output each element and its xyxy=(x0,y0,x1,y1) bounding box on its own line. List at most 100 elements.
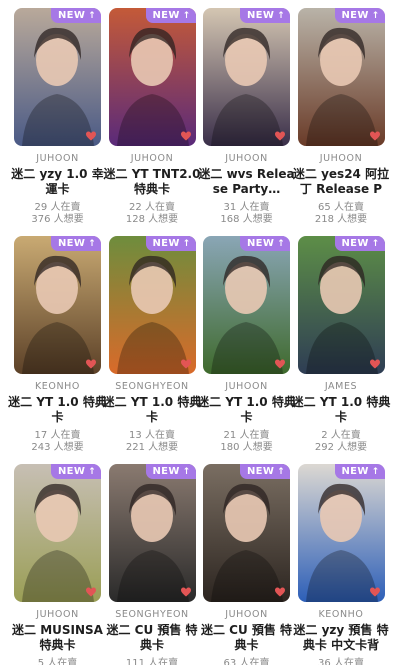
card-title[interactable]: 迷二 YT 1.0 特典卡 xyxy=(291,395,391,425)
heart-icon[interactable] xyxy=(85,586,97,598)
wanters-count: 168 人想要 xyxy=(220,214,273,225)
member-name: JUHOON xyxy=(225,153,268,164)
new-badge-label: NEW xyxy=(247,238,275,249)
new-badge: NEW ↑ xyxy=(145,464,196,479)
new-badge: NEW ↑ xyxy=(51,236,101,251)
photocard-item[interactable]: NEW ↑ JUHOON 迷二 CU 預售 特典卡 63 人在賣 958 人想要 xyxy=(201,464,292,665)
photocard-photo xyxy=(108,236,196,374)
arrow-up-icon: ↑ xyxy=(371,466,380,477)
photocard-item[interactable]: NEW ↑ JUHOON 迷二 YT TNT2.0 特典卡 22 人在賣 128… xyxy=(104,8,200,230)
wanters-count: 128 人想要 xyxy=(125,214,179,225)
photocard-image[interactable]: NEW ↑ xyxy=(297,464,385,602)
wanters-count: 180 人想要 xyxy=(220,442,273,453)
sellers-count: 65 人在賣 xyxy=(318,202,364,213)
new-badge: NEW ↑ xyxy=(145,236,196,251)
member-name: JUHOON xyxy=(319,153,363,164)
photocard-image[interactable]: NEW ↑ xyxy=(108,464,196,602)
member-name: JUHOON xyxy=(36,609,79,620)
card-title[interactable]: 迷二 CU 預售 特典卡 xyxy=(197,623,297,653)
heart-icon[interactable] xyxy=(274,358,286,370)
new-badge-label: NEW xyxy=(341,238,369,249)
photocard-image[interactable]: NEW ↑ xyxy=(203,236,290,374)
wanters-count: 221 人想要 xyxy=(125,442,179,453)
card-title[interactable]: 迷二 wvs Release Party… xyxy=(197,167,297,197)
photocard-image[interactable]: NEW ↑ xyxy=(108,236,196,374)
photocard-photo xyxy=(203,464,290,602)
sellers-count: 111 人在賣 xyxy=(125,658,179,665)
wanters-count: 292 人想要 xyxy=(314,442,368,453)
new-badge: NEW ↑ xyxy=(240,464,290,479)
sellers-count: 22 人在賣 xyxy=(129,202,175,213)
card-title[interactable]: 迷二 yzy 預售 特典卡 中文卡背 xyxy=(291,623,391,653)
photocard-item[interactable]: NEW ↑ KEONHO 迷二 YT 1.0 特典卡 17 人在賣 243 人想… xyxy=(8,236,107,458)
photocard-grid: NEW ↑ JUHOON 迷二 yzy 1.0 幸運卡 29 人在賣 376 人… xyxy=(0,0,400,665)
arrow-up-icon: ↑ xyxy=(88,238,96,249)
heart-icon[interactable] xyxy=(274,586,286,598)
arrow-up-icon: ↑ xyxy=(182,10,191,21)
wanters-count: 243 人想要 xyxy=(31,442,84,453)
card-title[interactable]: 迷二 YT TNT2.0 特典卡 xyxy=(102,167,202,197)
photocard-image[interactable]: NEW ↑ xyxy=(14,464,101,602)
photocard-item[interactable]: NEW ↑ SEONGHYEON 迷二 YT 1.0 特典卡 13 人在賣 22… xyxy=(103,236,201,458)
photocard-item[interactable]: NEW ↑ JUHOON 迷二 YT 1.0 特典卡 21 人在賣 180 人想… xyxy=(197,236,296,458)
member-name: KEONHO xyxy=(34,381,81,392)
photocard-item[interactable]: NEW ↑ JUHOON 迷二 MUSINSA 特典卡 5 人在賣 417 人想… xyxy=(12,464,103,665)
heart-icon[interactable] xyxy=(180,130,192,142)
photocard-image[interactable]: NEW ↑ xyxy=(203,464,290,602)
new-badge-label: NEW xyxy=(247,466,275,477)
sellers-count: 31 人在賣 xyxy=(223,202,270,213)
heart-icon[interactable] xyxy=(369,358,381,370)
heart-icon[interactable] xyxy=(274,130,286,142)
member-name: JUHOON xyxy=(225,381,268,392)
photocard-item[interactable]: NEW ↑ JUHOON 迷二 yes24 阿拉丁 Release Pa… 65… xyxy=(293,8,389,230)
card-title[interactable]: 迷二 MUSINSA 特典卡 xyxy=(8,623,108,653)
arrow-up-icon: ↑ xyxy=(277,466,285,477)
photocard-image[interactable]: NEW ↑ xyxy=(14,236,101,374)
new-badge-label: NEW xyxy=(152,238,180,249)
card-title[interactable]: 迷二 CU 預售 特典卡 xyxy=(102,623,202,653)
arrow-up-icon: ↑ xyxy=(88,10,96,21)
heart-icon[interactable] xyxy=(369,586,381,598)
arrow-up-icon: ↑ xyxy=(371,10,380,21)
member-name: KEONHO xyxy=(318,609,364,620)
photocard-image[interactable]: NEW ↑ xyxy=(14,8,101,146)
photocard-item[interactable]: NEW ↑ KEONHO 迷二 yzy 預售 特典卡 中文卡背 36 人在賣 6… xyxy=(293,464,389,665)
arrow-up-icon: ↑ xyxy=(277,10,285,21)
photocard-photo xyxy=(14,236,101,374)
photocard-image[interactable]: NEW ↑ xyxy=(203,8,290,146)
new-badge: NEW ↑ xyxy=(51,464,101,479)
card-title[interactable]: 迷二 YT 1.0 特典卡 xyxy=(197,395,297,425)
heart-icon[interactable] xyxy=(85,130,97,142)
photocard-photo xyxy=(297,8,385,146)
heart-icon[interactable] xyxy=(85,358,97,370)
sellers-count: 5 人在賣 xyxy=(37,658,78,665)
card-title[interactable]: 迷二 YT 1.0 特典卡 xyxy=(8,395,108,425)
sellers-count: 17 人在賣 xyxy=(34,430,81,441)
photocard-image[interactable]: NEW ↑ xyxy=(297,8,385,146)
member-name: SEONGHYEON xyxy=(115,381,189,392)
new-badge-label: NEW xyxy=(58,238,86,249)
card-title[interactable]: 迷二 YT 1.0 特典卡 xyxy=(102,395,202,425)
new-badge: NEW ↑ xyxy=(51,8,101,23)
heart-icon[interactable] xyxy=(369,130,381,142)
new-badge: NEW ↑ xyxy=(240,236,290,251)
member-name: JUHOON xyxy=(36,153,79,164)
photocard-image[interactable]: NEW ↑ xyxy=(108,8,196,146)
sellers-count: 21 人在賣 xyxy=(223,430,270,441)
photocard-photo xyxy=(203,8,290,146)
sellers-count: 36 人在賣 xyxy=(318,658,364,665)
photocard-item[interactable]: NEW ↑ JUHOON 迷二 yzy 1.0 幸運卡 29 人在賣 376 人… xyxy=(11,8,104,230)
card-title[interactable]: 迷二 yes24 阿拉丁 Release Pa… xyxy=(291,167,391,197)
photocard-image[interactable]: NEW ↑ xyxy=(297,236,385,374)
member-name: JUHOON xyxy=(225,609,268,620)
new-badge-label: NEW xyxy=(58,10,86,21)
photocard-item[interactable]: NEW ↑ JAMES 迷二 YT 1.0 特典卡 2 人在賣 292 人想要 xyxy=(292,236,390,458)
new-badge-label: NEW xyxy=(152,466,180,477)
photocard-item[interactable]: NEW ↑ JUHOON 迷二 wvs Release Party… 31 人在… xyxy=(198,8,295,230)
heart-icon[interactable] xyxy=(180,586,192,598)
member-name: JUHOON xyxy=(130,153,174,164)
heart-icon[interactable] xyxy=(180,358,192,370)
card-title[interactable]: 迷二 yzy 1.0 幸運卡 xyxy=(8,167,108,197)
photocard-item[interactable]: NEW ↑ SEONGHYEON 迷二 CU 預售 特典卡 111 人在賣 35… xyxy=(106,464,198,665)
photocard-photo xyxy=(108,464,196,602)
